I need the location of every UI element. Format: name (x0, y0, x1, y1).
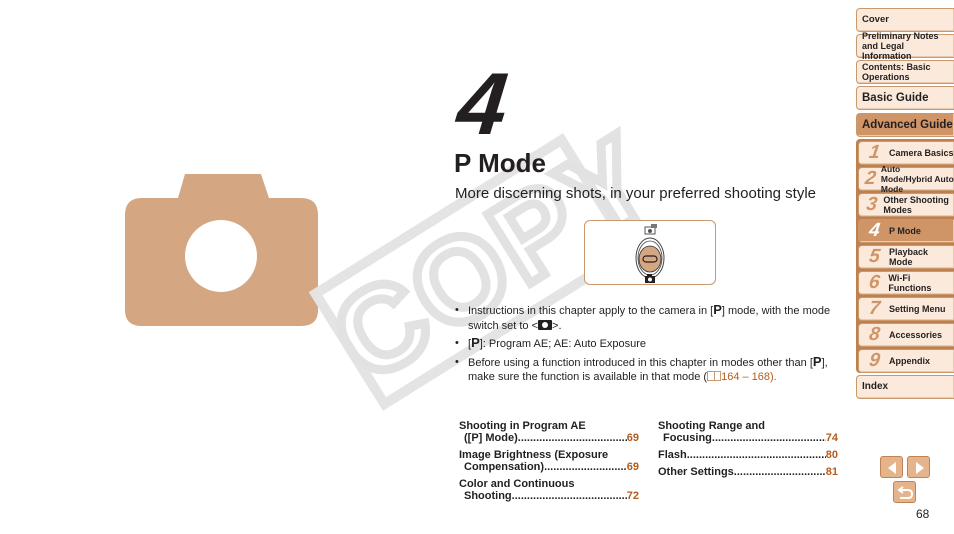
sidebar-item-preliminary-notes[interactable]: Preliminary Notes and Legal Information (856, 31, 954, 61)
chapter-title: P Mode (454, 148, 546, 178)
return-arrow-icon (897, 486, 914, 499)
page-reference-link[interactable]: 164 – 168 (707, 371, 770, 383)
camera-lens (185, 220, 257, 292)
sidebar-item-advanced-guide[interactable]: Advanced Guide (856, 113, 954, 137)
chapter-list: 1 Camera Basics 2 Auto Mode/Hybrid Auto Mo… (856, 139, 954, 373)
instructions-list: • Instructions in this chapter apply to … (455, 302, 835, 388)
sidebar-item-index[interactable]: Index (856, 375, 954, 399)
still-camera-icon (645, 274, 655, 283)
return-button[interactable] (893, 481, 916, 503)
sidebar-item-contents[interactable]: Contents: Basic Operations (856, 60, 954, 84)
toc-column-2: Shooting Range and Focusing74 Flash80 Ot… (658, 420, 838, 483)
book-icon (707, 371, 722, 381)
bullet-item: • Instructions in this chapter apply to … (455, 302, 831, 332)
sidebar-item-chapter-3[interactable]: 3 Other Shooting Modes (858, 193, 954, 217)
toc-page-number: 74 (825, 432, 838, 444)
sidebar-item-chapter-5[interactable]: 5 Playback Mode (858, 245, 954, 269)
sidebar-nav: Cover Preliminary Notes and Legal Inform… (856, 8, 954, 401)
toc-page-number: 81 (825, 466, 838, 478)
toc-entry[interactable]: Shooting Range and Focusing74 (658, 420, 838, 444)
p-mode-icon: P (713, 302, 722, 317)
chapter-number: 4 (452, 54, 511, 153)
sidebar-item-chapter-2[interactable]: 2 Auto Mode/Hybrid Auto Mode (858, 164, 954, 194)
toc-entry[interactable]: Flash80 (658, 449, 838, 461)
movie-mode-icon (644, 224, 657, 235)
bullet-item: • Before using a function introduced in … (455, 353, 828, 383)
bullet-item: • [P]: Program AE; AE: Auto Exposure (455, 335, 647, 350)
toc-page-number: 72 (626, 490, 639, 502)
toc-entry[interactable]: Color and Continuous Shooting72 (459, 478, 639, 502)
mode-dial (635, 237, 665, 279)
toc-page-number: 69 (626, 461, 639, 473)
sidebar-item-basic-guide[interactable]: Basic Guide (856, 86, 954, 110)
sidebar-item-chapter-7[interactable]: 7 Setting Menu (858, 297, 954, 321)
camera-icon (538, 319, 553, 330)
toc-entry[interactable]: Other Settings81 (658, 466, 838, 478)
p-mode-icon: P (471, 335, 480, 350)
camera-illustration (125, 174, 318, 326)
page-number: 68 (916, 507, 930, 521)
sidebar-item-chapter-9[interactable]: 9 Appendix (858, 349, 954, 373)
sidebar-item-chapter-6[interactable]: 6 Wi-Fi Functions (858, 271, 954, 295)
toc-column-1: Shooting in Program AE ([P] Mode)69 Imag… (459, 420, 639, 507)
toc-page-number: 69 (626, 432, 639, 444)
toc-entry[interactable]: Shooting in Program AE ([P] Mode)69 (459, 420, 639, 444)
p-mode-icon: P (812, 353, 822, 369)
toc-entry[interactable]: Image Brightness (Exposure Compensation)… (459, 449, 639, 473)
sidebar-item-chapter-8[interactable]: 8 Accessories (858, 323, 954, 347)
sidebar-item-chapter-1[interactable]: 1 Camera Basics (858, 141, 954, 165)
toc-page-number: 80 (825, 449, 838, 461)
previous-page-button[interactable] (880, 456, 903, 478)
triangle-right-icon (916, 462, 924, 474)
sidebar-item-chapter-4[interactable]: 4P Mode (858, 219, 954, 243)
triangle-left-icon (888, 462, 896, 474)
sidebar-item-cover[interactable]: Cover (856, 8, 954, 32)
next-page-button[interactable] (907, 456, 930, 478)
mode-switch-illustration (584, 220, 716, 285)
chapter-subtitle: More discerning shots, in your preferred… (455, 185, 817, 202)
